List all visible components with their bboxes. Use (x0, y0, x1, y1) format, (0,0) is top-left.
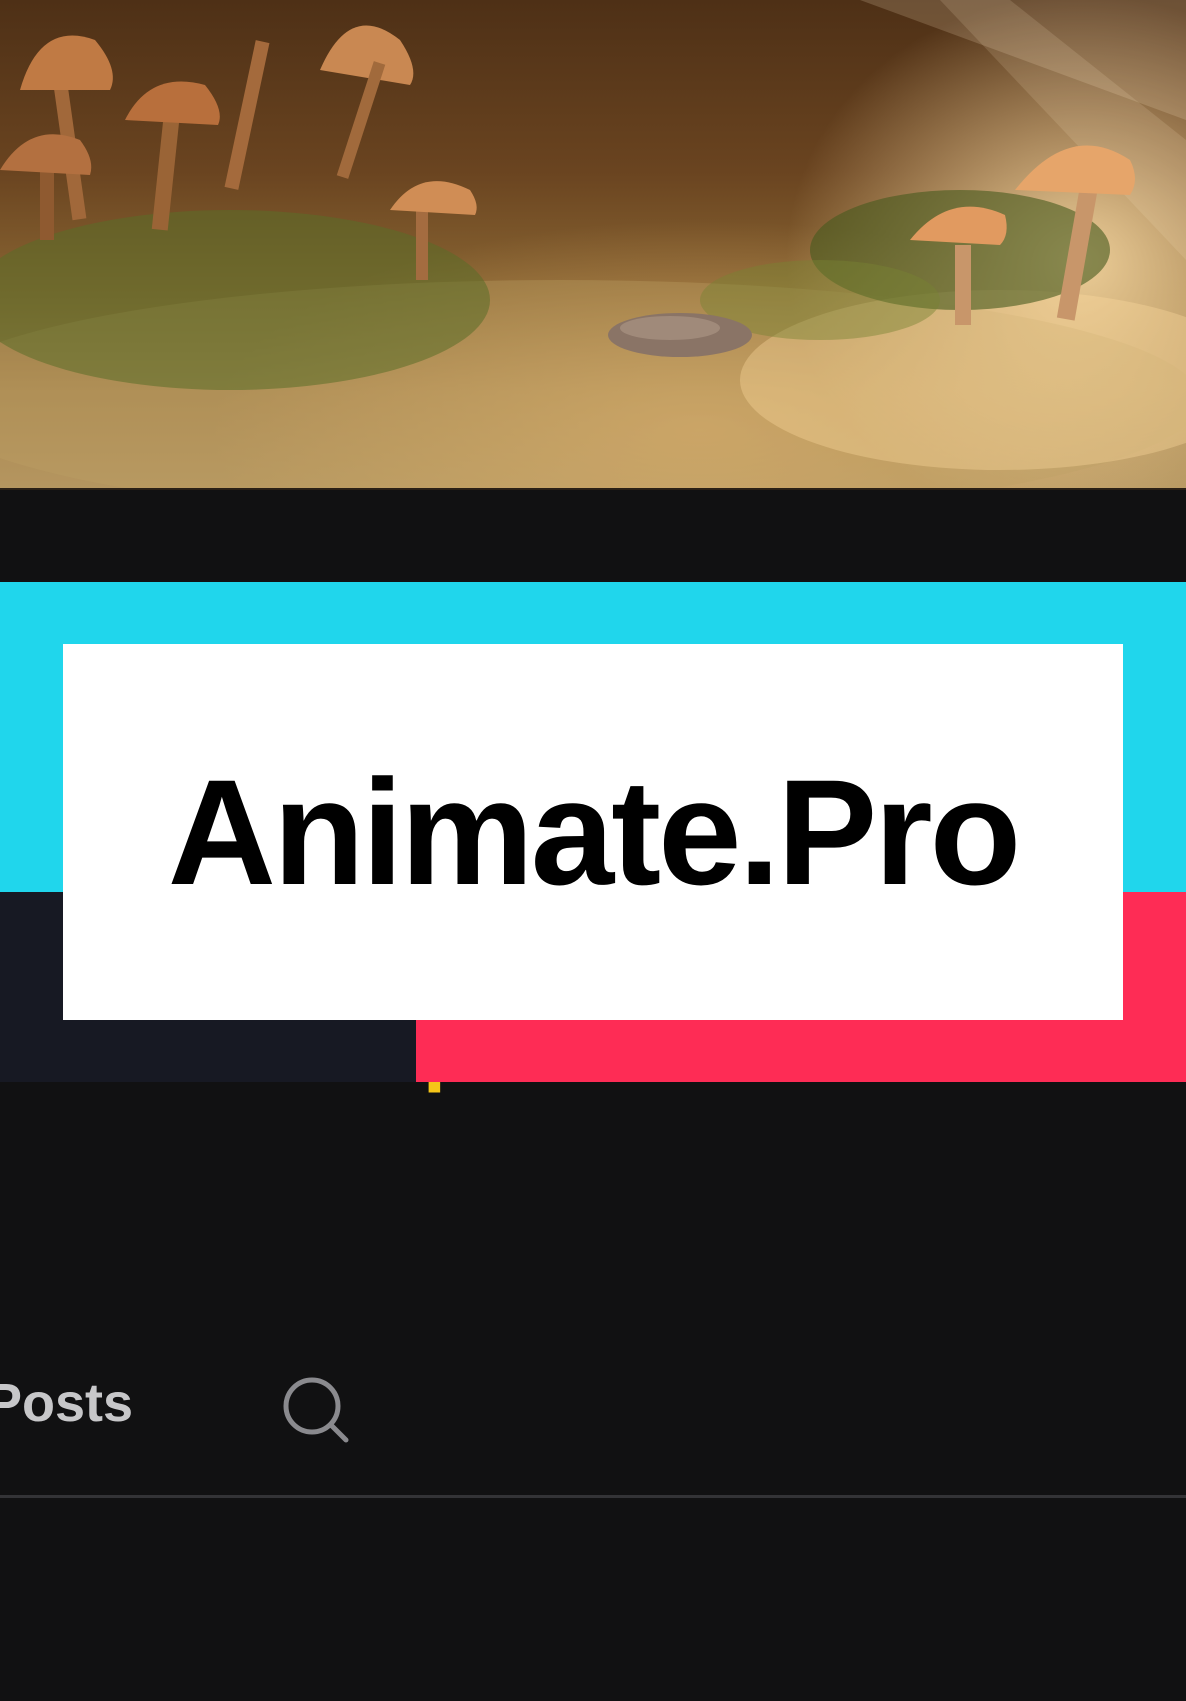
logo-banner: Animate.Pro (0, 582, 1186, 1082)
tabs-divider (0, 1495, 1186, 1498)
brand-logo-text: Animate.Pro (167, 748, 1022, 916)
hero-bottom-edge (0, 488, 1186, 490)
logo-card: Animate.Pro (63, 644, 1123, 1020)
mushroom-forest-illustration (0, 0, 1186, 490)
search-icon[interactable] (278, 1372, 354, 1448)
hero-banner-image (0, 0, 1186, 490)
profile-tabs: Posts (0, 1360, 1186, 1460)
tab-posts[interactable]: Posts (0, 1360, 133, 1446)
